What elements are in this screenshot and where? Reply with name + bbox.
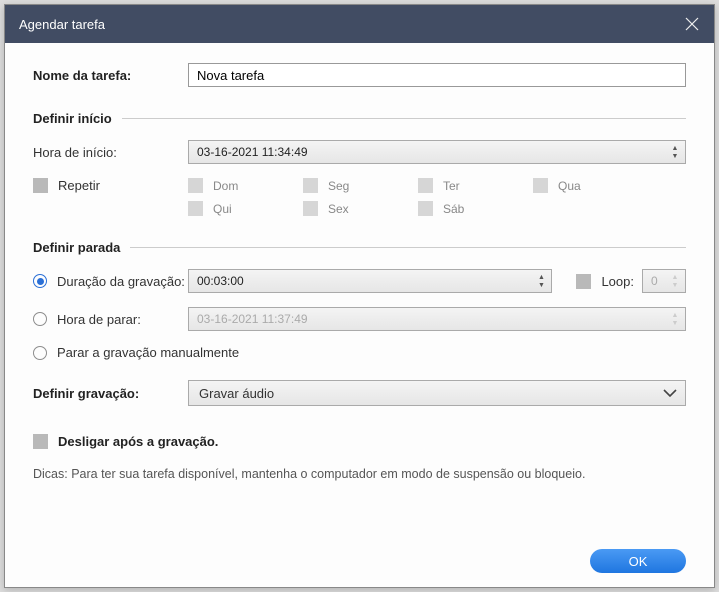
ok-button[interactable]: OK [590, 549, 686, 573]
close-icon [685, 17, 699, 31]
day-mon-label: Seg [328, 179, 349, 193]
start-time-field[interactable]: 03-16-2021 11:34:49 ▲▼ [188, 140, 686, 164]
tips-text: Dicas: Para ter sua tarefa disponível, m… [33, 467, 686, 481]
start-time-value: 03-16-2021 11:34:49 [197, 145, 308, 159]
day-thu-checkbox[interactable] [188, 201, 203, 216]
day-sat-label: Sáb [443, 202, 464, 216]
stoptime-value: 03-16-2021 11:37:49 [197, 312, 308, 326]
shutdown-checkbox[interactable] [33, 434, 48, 449]
record-type-dropdown[interactable]: Gravar áudio [188, 380, 686, 406]
duration-field[interactable]: 00:03:00 ▲▼ [188, 269, 552, 293]
loop-value: 0 [651, 274, 658, 288]
section-stop-heading: Definir parada [33, 240, 686, 255]
duration-radio[interactable] [33, 274, 47, 288]
spinner-icon[interactable]: ▲▼ [669, 271, 681, 291]
section-stop-title: Definir parada [33, 240, 130, 255]
repeat-checkbox[interactable] [33, 178, 48, 193]
day-wed-checkbox[interactable] [533, 178, 548, 193]
duration-label: Duração da gravação: [57, 274, 185, 289]
loop-label: Loop: [601, 274, 634, 289]
spinner-icon[interactable]: ▲▼ [669, 142, 681, 162]
task-name-label: Nome da tarefa: [33, 68, 188, 83]
divider [130, 247, 686, 248]
days-grid: Dom Seg Ter Qua Qui Sex Sáb [188, 178, 686, 224]
day-sun-label: Dom [213, 179, 238, 193]
day-mon-checkbox[interactable] [303, 178, 318, 193]
day-thu-label: Qui [213, 202, 232, 216]
task-name-input[interactable] [188, 63, 686, 87]
duration-value: 00:03:00 [197, 274, 244, 288]
repeat-label: Repetir [58, 178, 100, 193]
day-tue-checkbox[interactable] [418, 178, 433, 193]
start-time-label: Hora de início: [33, 145, 188, 160]
section-record-heading: Definir gravação: Gravar áudio [33, 380, 686, 406]
dialog-title: Agendar tarefa [19, 17, 105, 32]
manual-stop-radio[interactable] [33, 346, 47, 360]
dialog-footer: OK [33, 533, 686, 573]
stoptime-label: Hora de parar: [57, 312, 141, 327]
stoptime-field[interactable]: 03-16-2021 11:37:49 ▲▼ [188, 307, 686, 331]
divider [122, 118, 686, 119]
titlebar: Agendar tarefa [5, 5, 714, 43]
record-def-label: Definir gravação: [33, 386, 139, 401]
spinner-icon[interactable]: ▲▼ [535, 271, 547, 291]
section-start-title: Definir início [33, 111, 122, 126]
section-start-heading: Definir início [33, 111, 686, 126]
loop-field[interactable]: 0 ▲▼ [642, 269, 686, 293]
day-wed-label: Qua [558, 179, 581, 193]
day-tue-label: Ter [443, 179, 460, 193]
stoptime-radio[interactable] [33, 312, 47, 326]
manual-stop-label: Parar a gravação manualmente [57, 345, 239, 360]
record-type-value: Gravar áudio [199, 386, 274, 401]
chevron-down-icon [663, 389, 677, 397]
day-sat-checkbox[interactable] [418, 201, 433, 216]
dialog-content: Nome da tarefa: Definir início Hora de i… [5, 43, 714, 587]
close-button[interactable] [684, 16, 700, 32]
schedule-task-dialog: Agendar tarefa Nome da tarefa: Definir i… [4, 4, 715, 588]
shutdown-label: Desligar após a gravação. [58, 434, 218, 449]
day-fri-checkbox[interactable] [303, 201, 318, 216]
spinner-icon[interactable]: ▲▼ [669, 309, 681, 329]
day-sun-checkbox[interactable] [188, 178, 203, 193]
day-fri-label: Sex [328, 202, 349, 216]
loop-checkbox[interactable] [576, 274, 591, 289]
